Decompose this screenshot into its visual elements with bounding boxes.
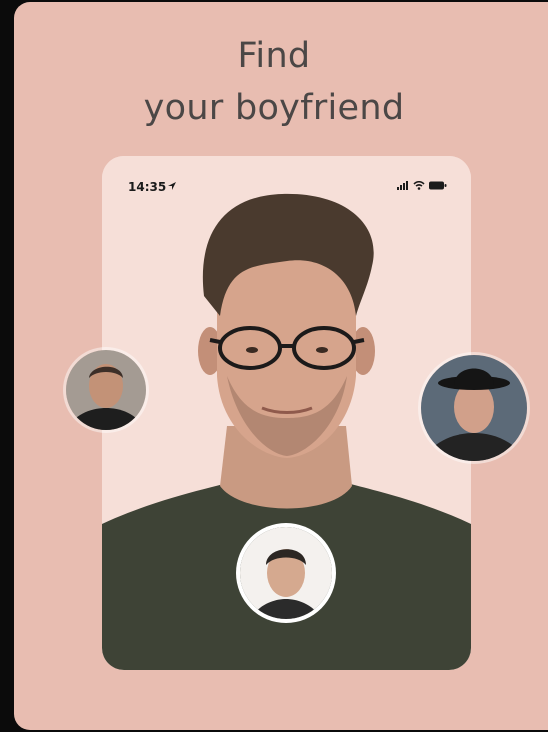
headline: Find your boyfriend [0, 30, 548, 134]
battery-icon [429, 181, 447, 190]
avatar-left-photo [66, 350, 146, 430]
wifi-icon [413, 181, 425, 190]
profile-avatar-right[interactable] [421, 355, 527, 461]
profile-avatar-left[interactable] [66, 350, 146, 430]
headline-line-1: Find [237, 36, 311, 76]
avatar-right-photo [421, 355, 527, 461]
profile-avatar-bottom[interactable] [240, 527, 332, 619]
status-icons [397, 181, 447, 190]
location-arrow-icon [168, 182, 176, 190]
headline-line-2: your boyfriend [143, 88, 405, 128]
status-time: 14:35 [128, 180, 167, 194]
status-bar: 14:35 [102, 156, 471, 196]
avatar-bottom-photo [240, 527, 332, 619]
signal-icon [397, 181, 408, 190]
